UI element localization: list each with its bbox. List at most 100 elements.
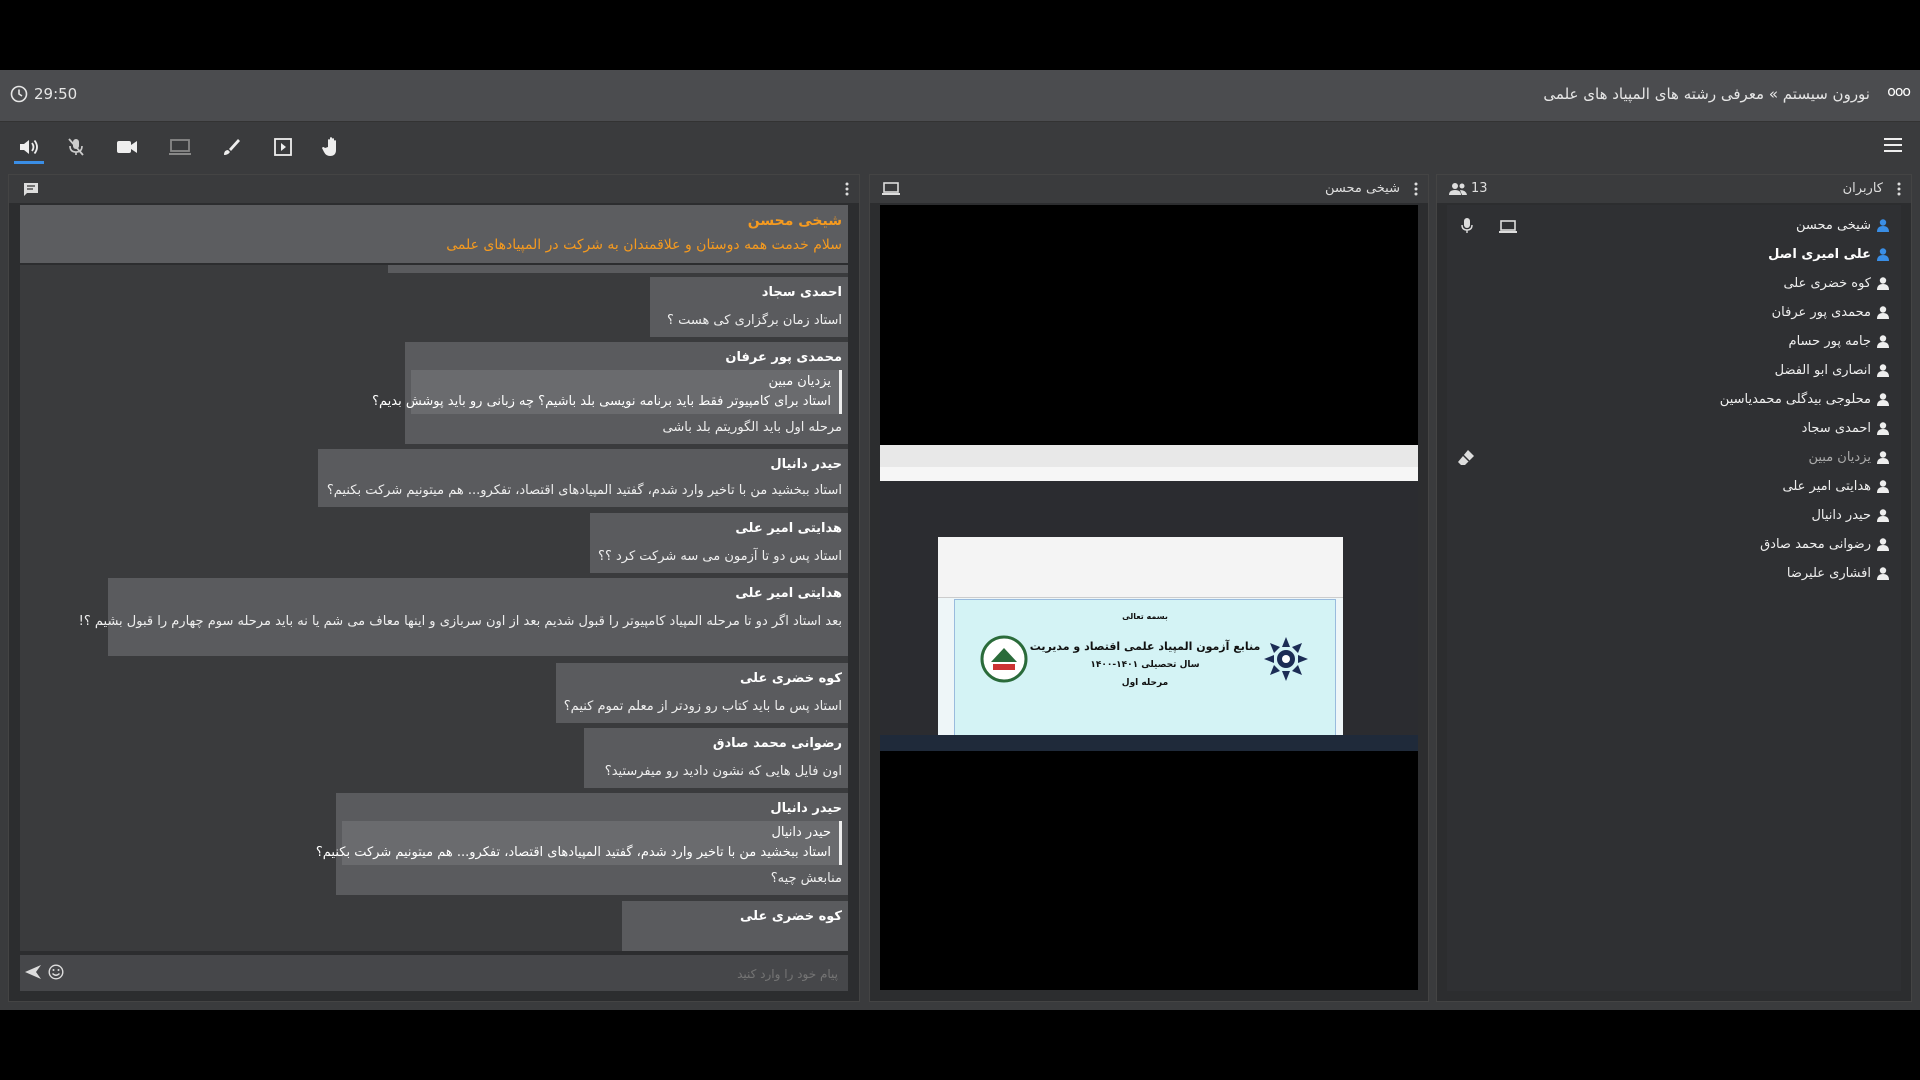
title-bar: 29:50 نورون سیستم » معرفی رشته های المپی… xyxy=(0,70,1920,122)
quoted-message: حیدر دانیال استاد ببخشید من با تاخیر وار… xyxy=(316,821,842,865)
main-menu-button[interactable] xyxy=(1882,136,1906,158)
user-list-item[interactable]: رضوانی محمد صادق xyxy=(1760,534,1889,554)
chat-message: محمدی پور عرفان یزدیان مبین استاد برای ک… xyxy=(372,342,848,444)
user-list-item[interactable]: افشاری علیرضا xyxy=(1787,563,1889,583)
user-name: افشاری علیرضا xyxy=(1786,565,1871,581)
send-icon[interactable] xyxy=(24,964,42,980)
chat-more-icon[interactable] xyxy=(845,182,849,196)
camera-button[interactable] xyxy=(112,133,142,161)
users-more-icon[interactable] xyxy=(1897,182,1901,196)
user-icon xyxy=(1877,450,1889,464)
message-author: هدایتی امیر علی xyxy=(735,521,842,536)
monitor-icon xyxy=(169,139,191,155)
message-author: کوه خضری علی xyxy=(740,671,842,686)
user-list-item[interactable]: شیخی محسن xyxy=(1796,215,1889,235)
remote-desktop: بسمه تعالی منابع آزمون المپیاد علمی اقتص… xyxy=(880,481,1418,751)
user-list-item[interactable]: هدایتی امیر علی xyxy=(1782,476,1889,496)
user-list-item[interactable]: احمدی سجاد xyxy=(1802,418,1889,438)
user-icon xyxy=(1877,218,1889,232)
user-name: کوه خضری علی xyxy=(1783,275,1871,291)
user-name: محمدی پور عرفان xyxy=(1771,304,1871,320)
hand-icon xyxy=(322,137,336,156)
hamburger-icon xyxy=(1884,138,1902,152)
user-name: احمدی سجاد xyxy=(1801,420,1871,436)
user-list-item[interactable]: حیدر دانیال xyxy=(1811,505,1889,525)
user-list-item[interactable]: کوه خضری علی xyxy=(1783,273,1889,293)
screen-share-button[interactable] xyxy=(165,133,195,161)
user-list-item[interactable]: محلوجی بیدگلی محمدیاسین xyxy=(1720,389,1889,409)
session-timer: 29:50 xyxy=(10,85,77,103)
presenter-more-icon[interactable] xyxy=(1414,182,1418,196)
message-text: منابعش چیه؟ xyxy=(770,871,842,886)
message-author: حیدر دانیال xyxy=(770,457,842,472)
users-group-icon xyxy=(1449,183,1467,195)
mic-icon[interactable] xyxy=(1461,218,1473,234)
user-name: محلوجی بیدگلی محمدیاسین xyxy=(1719,391,1871,407)
presentation-window: بسمه تعالی منابع آزمون المپیاد علمی اقتص… xyxy=(938,537,1343,747)
user-name: انصاری ابو الفضل xyxy=(1774,362,1871,378)
breadcrumb-title: نورون سیستم » معرفی رشته های المپیاد های… xyxy=(1543,85,1870,103)
message-text: استاد ببخشید من با تاخیر وارد شدم، گفتید… xyxy=(326,483,842,498)
user-name: یزدیان مبین xyxy=(1808,449,1871,465)
browser-tabs-bar xyxy=(880,445,1418,467)
speaker-button[interactable] xyxy=(14,133,44,164)
toolbar xyxy=(0,122,1920,172)
pinned-author: شیخی محسن xyxy=(747,213,842,229)
user-list-item[interactable]: جامه پور حسام xyxy=(1789,331,1889,351)
mic-off-icon xyxy=(68,138,84,156)
user-icon xyxy=(1877,334,1889,348)
slide-subtitle: سال تحصیلی ۱۴۰۱-۱۴۰۰ xyxy=(1090,660,1200,670)
user-name: هدایتی امیر علی xyxy=(1782,478,1872,494)
mic-button[interactable] xyxy=(61,133,91,161)
user-icon xyxy=(1877,247,1889,261)
message-author: احمدی سجاد xyxy=(761,285,842,300)
user-list-item[interactable]: علی امیری اصل xyxy=(1768,244,1889,264)
user-list-item[interactable]: یزدیان مبین xyxy=(1808,447,1889,467)
chat-messages[interactable]: احمدی سجاد استاد زمان برگزاری کی هست ؟ م… xyxy=(20,265,848,951)
user-list-item[interactable]: محمدی پور عرفان xyxy=(1772,302,1889,322)
chat-header xyxy=(9,175,859,203)
brush-icon xyxy=(224,139,240,155)
message-author: حیدر دانیال xyxy=(770,801,842,816)
user-list-item[interactable]: انصاری ابو الفضل xyxy=(1775,360,1889,380)
users-title: کاربران xyxy=(1842,181,1883,196)
chat-message: هدایتی امیر علی استاد پس دو تا آزمون می … xyxy=(590,513,848,573)
classroom-app: 29:50 نورون سیستم » معرفی رشته های المپی… xyxy=(0,70,1920,1010)
shared-screen: بسمه تعالی منابع آزمون المپیاد علمی اقتص… xyxy=(880,445,1418,751)
user-icon xyxy=(1877,566,1889,580)
user-name: حیدر دانیال xyxy=(1811,507,1871,523)
quote-author: حیدر دانیال xyxy=(771,825,831,840)
media-button[interactable] xyxy=(268,133,298,161)
browser-address-bar xyxy=(880,467,1418,481)
raise-hand-button[interactable] xyxy=(317,133,347,161)
users-list: شیخی محسن علی امیری اصل کوه خضری علی محمدی … xyxy=(1447,205,1901,991)
monitor-icon[interactable] xyxy=(1499,220,1517,234)
monitor-icon xyxy=(882,182,900,195)
user-icon xyxy=(1877,421,1889,435)
remote-taskbar xyxy=(880,735,1418,751)
presenter-panel: شیخی محسن بسمه تعالی منابع آزمون المپیاد… xyxy=(869,174,1429,1002)
presenter-name: شیخی محسن xyxy=(1324,181,1400,196)
whiteboard-button[interactable] xyxy=(216,133,246,161)
message-author: کوه خضری علی xyxy=(740,909,842,924)
emoji-icon[interactable] xyxy=(48,964,64,980)
chat-message-input[interactable] xyxy=(116,961,840,987)
users-panel: 13 کاربران شیخی محسن علی امیری اصل کوه خضر… xyxy=(1436,174,1912,1002)
quote-author: یزدیان مبین xyxy=(768,374,831,389)
user-name: جامه پور حسام xyxy=(1788,333,1871,349)
shared-screen-stage: بسمه تعالی منابع آزمون المپیاد علمی اقتص… xyxy=(880,205,1418,990)
chat-message: هدایتی امیر علی بعد استاد اگر دو تا مرحل… xyxy=(79,578,848,656)
message-author: محمدی پور عرفان xyxy=(725,350,842,365)
message-text: بعد استاد اگر دو تا مرحله المپیاد کامپیو… xyxy=(78,614,842,629)
user-icon xyxy=(1877,479,1889,493)
chat-message: حیدر دانیال استاد ببخشید من با تاخیر وار… xyxy=(318,449,848,507)
eraser-icon[interactable] xyxy=(1457,449,1475,467)
chat-icon xyxy=(24,183,38,196)
user-icon xyxy=(1877,305,1889,319)
chat-message: رضوانی محمد صادق اون فایل هایی که نشون د… xyxy=(584,728,848,788)
user-icon xyxy=(1877,276,1889,290)
speaker-icon xyxy=(20,139,38,155)
chat-message: کوه خضری علی استاد پس ما باید کتاب رو زو… xyxy=(556,663,848,723)
chat-message: کوه خضری علی xyxy=(622,901,848,951)
quote-text: استاد ببخشید من با تاخیر وارد شدم، گفتید… xyxy=(315,845,831,860)
